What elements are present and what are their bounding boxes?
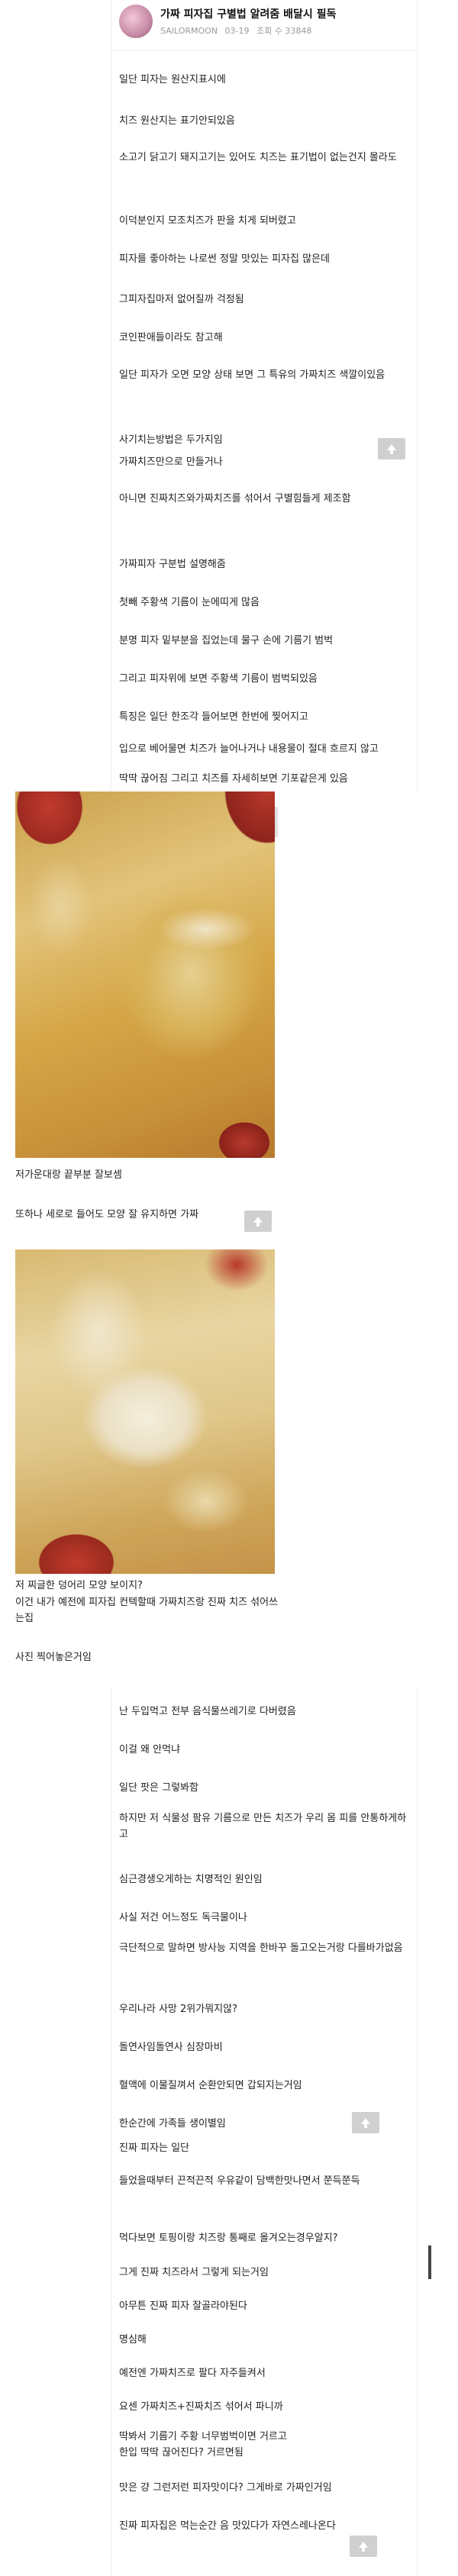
body-line: 극단적으로 말하면 방사능 지역을 한바꾸 돌고오는거랑 다를바가없음 — [119, 1942, 403, 1954]
body-line: 치즈 원산지는 표기안되있음 — [119, 115, 235, 127]
body-line: 입으로 베어물면 치즈가 늘어나거나 내용물이 절대 흐르지 않고 — [119, 743, 379, 755]
pizza-photo-1 — [15, 791, 275, 1158]
avatar[interactable] — [119, 5, 153, 38]
body-line: 딱딱 끊어짐 그리고 치즈를 자세히보면 기포같은게 있음 — [119, 773, 348, 785]
caption-line: 이건 내가 예전에 피자집 컨텍할때 가짜치즈랑 진짜 치즈 섞어쓰는집 — [15, 1597, 279, 1624]
body-line: 딱봐서 기름기 주황 너무범벅이면 거르고 — [119, 2431, 287, 2442]
post-date: 03-19 — [224, 26, 250, 36]
body-line: 일단 팟은 그렇봐함 — [119, 1782, 198, 1794]
body-line: 우리나라 사망 2위가뭐지않? — [119, 2004, 237, 2015]
body-line: 진짜 피자집은 먹는순간 음 맛있다가 자연스레나온다 — [119, 2520, 336, 2532]
body-line: 사기치는방법은 두가지임 — [119, 434, 223, 446]
body-line: 한입 딱딱 끊어진다? 거르면됨 — [119, 2447, 244, 2458]
body-line: 하지만 저 식물성 팜유 기름으로 만든 치즈가 우리 몸 피를 안통하게하고 — [119, 1813, 407, 1840]
body-line: 코인판애들이라도 참고해 — [119, 332, 223, 343]
body-line: 사실 저건 어느정도 독극물이나 — [119, 1912, 247, 1923]
body-line: 첫빼 주황색 기름이 눈에띠게 많음 — [119, 597, 260, 608]
scroll-top-button[interactable] — [244, 1211, 272, 1232]
body-line: 예전엔 가짜치즈로 팔다 자주들켜서 — [119, 2368, 266, 2379]
caption-line: 저 찌글한 덩어리 모양 보이지? — [15, 1580, 143, 1591]
pizza-photo-2 — [15, 1249, 275, 1574]
body-line: 가짜치즈만으로 만들거나 — [119, 456, 223, 468]
post-meta: SAILORMOON 03-19 조회 수 33848 — [160, 24, 316, 37]
post-bottom-section: 난 두입먹고 전부 음식물쓰레기로 다버렸음 이걸 왜 안먹냐 일단 팟은 그렇… — [111, 1688, 431, 2576]
author-name[interactable]: SAILORMOON — [160, 26, 218, 36]
body-line: 아무튼 진짜 피자 잘골라야된다 — [119, 2300, 247, 2312]
body-line: 특징은 일단 한조각 들어보면 한번에 찢어지고 — [119, 711, 308, 723]
view-count: 조회 수 33848 — [256, 26, 312, 36]
body-line: 요센 가짜치즈+진짜치즈 섞어서 파니까 — [119, 2401, 283, 2413]
body-line: 난 두입먹고 전부 음식물쓰레기로 다버렸음 — [119, 1706, 296, 1717]
post-header: 가짜 피자집 구별법 알려줌 배달시 필독 SAILORMOON 03-19 조… — [111, 0, 417, 51]
post-image-section: 저가운대랑 끝부분 잘보셈 또하나 세로로 들어도 모양 잘 유지하면 가짜 저… — [11, 791, 302, 1688]
body-line: 분명 피자 밑부분을 집었는데 물구 손에 기름기 범벅 — [119, 635, 334, 646]
body-line: 일단 피자가 오면 모양 상태 보면 그 특유의 가짜치즈 색깔이있음 — [119, 369, 385, 381]
scrollbar[interactable] — [275, 807, 278, 837]
body-line: 맛은 걍 그런저런 피자맛이다? 그게바로 가짜인거임 — [119, 2482, 332, 2494]
body-line: 진짜 피자는 일단 — [119, 2142, 189, 2154]
body-line: 그피자집마저 없어질까 걱정됨 — [119, 294, 244, 305]
body-line: 가짜피자 구분법 설명해줌 — [119, 559, 226, 570]
body-line: 한순간에 가족들 생이별임 — [119, 2118, 226, 2129]
body-line: 소고기 닭고기 돼지고기는 있어도 치즈는 표기법이 없는건지 몰라도 — [119, 152, 397, 163]
body-line: 일단 피자는 원산지표시에 — [119, 74, 226, 85]
body-line: 피자를 좋아하는 나로썬 정말 맛있는 피자집 많은데 — [119, 253, 330, 265]
scroll-top-button[interactable] — [352, 2112, 379, 2133]
body-line: 그리고 피자위에 보면 주황색 기름이 범벅되있음 — [119, 673, 318, 685]
body-line: 돌연사임돌연사 심장마비 — [119, 2042, 223, 2053]
scrollbar[interactable] — [428, 2246, 431, 2279]
post-top-section: 가짜 피자집 구별법 알려줌 배달시 필독 SAILORMOON 03-19 조… — [111, 0, 418, 791]
body-line: 그게 진짜 치즈라서 그렇게 되는거임 — [119, 2267, 269, 2278]
body-line: 혈액에 이물질껴서 순환안되면 갑되지는거임 — [119, 2080, 302, 2091]
scroll-top-button[interactable] — [378, 438, 405, 459]
caption-line: 사진 찍어놓은거임 — [15, 1652, 92, 1663]
post-title: 가짜 피자집 구별법 알려줌 배달시 필독 — [160, 8, 337, 21]
caption-line: 저가운대랑 끝부분 잘보셈 — [15, 1169, 122, 1181]
caption-line: 또하나 세로로 들어도 모양 잘 유지하면 가짜 — [15, 1209, 199, 1220]
body-line: 이덕분인지 모조치즈가 판을 치게 되버렸고 — [119, 215, 296, 227]
scroll-top-button[interactable] — [350, 2536, 377, 2557]
body-line: 심근경생오게하는 치명적인 원인임 — [119, 1874, 263, 1885]
body-line: 들었을때부터 끈적끈적 우유같이 담백한맛나면서 쭌득쭌득 — [119, 2175, 360, 2187]
body-line: 명심해 — [119, 2334, 147, 2345]
body-line: 먹다보면 토핑이랑 치즈랑 통째로 올겨오는경우알지? — [119, 2233, 338, 2244]
body-line: 아니면 진짜치즈와가짜치즈를 섞어서 구별힘들게 제조함 — [119, 493, 351, 505]
body-line: 이걸 왜 안먹냐 — [119, 1744, 181, 1755]
